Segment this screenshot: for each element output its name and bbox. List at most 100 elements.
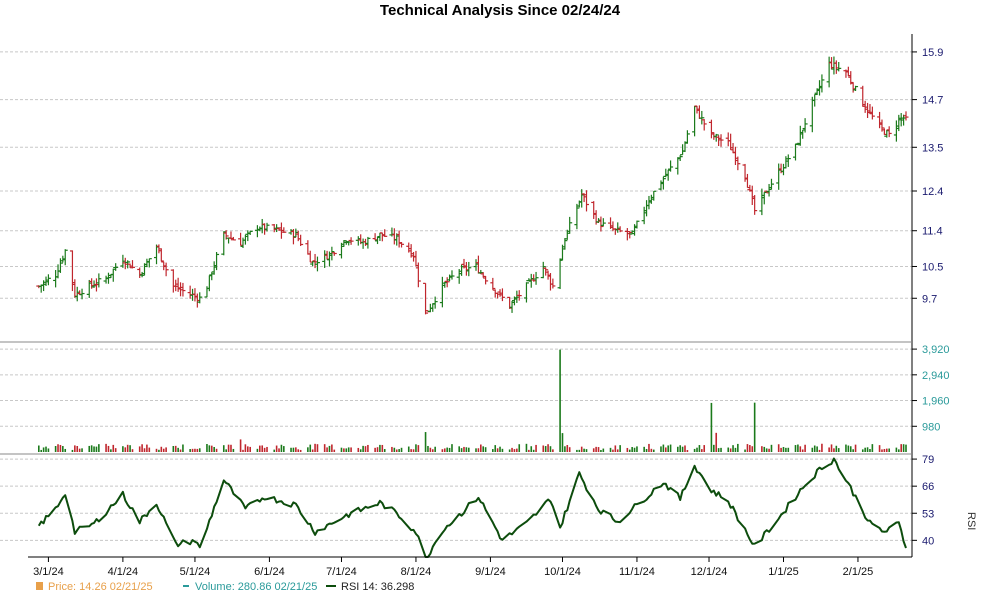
volume-bar (744, 449, 746, 452)
ohlc-bar (680, 144, 686, 156)
ohlc-bar (163, 262, 169, 277)
ohlc-bar (768, 178, 774, 190)
volume-bar (431, 449, 434, 452)
ohlc-bar (783, 156, 789, 169)
volume-bar (813, 445, 816, 452)
ohlc-bar (826, 56, 832, 88)
volume-bar (559, 349, 561, 452)
rsi-y-tick-label: 40 (922, 535, 934, 547)
ohlc-bar (759, 188, 765, 216)
volume-bar (660, 446, 662, 452)
volume-bar (676, 446, 679, 452)
legend-layer: Price: 14.26 02/21/25 Volume: 280.86 02/… (36, 581, 414, 593)
ohlc-bar (449, 270, 455, 280)
volume-bar (259, 445, 261, 452)
volume-bar (460, 448, 463, 452)
volume-bar (463, 446, 465, 452)
volume-bar (314, 443, 316, 452)
volume-bar (770, 444, 773, 452)
volume-bar (871, 444, 874, 452)
ohlc-bar (355, 236, 361, 246)
ohlc-bar (627, 230, 633, 239)
volume-bar (686, 450, 689, 452)
volume-bar (816, 446, 818, 452)
volume-bar (290, 447, 292, 452)
ohlc-bar (543, 267, 549, 276)
volume-bar (768, 448, 770, 452)
ohlc-bar (314, 256, 320, 272)
volume-bar (494, 445, 497, 452)
ohlc-bar (545, 270, 551, 280)
x-tick-label: 6/1/24 (254, 566, 285, 578)
volume-bar (881, 449, 883, 452)
volume-bar (331, 444, 333, 452)
volume-bar (434, 446, 436, 452)
ohlc-bar (379, 232, 385, 242)
ohlc-bar (766, 183, 772, 197)
price-y-tick-label: 13.5 (922, 142, 943, 154)
ohlc-bar (103, 275, 109, 284)
ohlc-bar (812, 93, 818, 107)
volume-bar (482, 446, 485, 452)
volume-bar (847, 445, 850, 452)
ohlc-bar (348, 237, 354, 245)
volume-bar (477, 448, 480, 452)
volume-bar (835, 445, 838, 452)
ohlc-bar (105, 272, 111, 284)
volume-bar (467, 447, 470, 452)
x-tick-label: 7/1/24 (326, 566, 357, 578)
ohlc-bar (869, 106, 875, 120)
ohlc-bar (240, 237, 246, 249)
volume-bar (713, 444, 715, 452)
volume-bar (499, 446, 501, 452)
ohlc-bar (324, 250, 330, 260)
ohlc-bar (893, 120, 899, 142)
volume-bar (443, 448, 446, 452)
volume-bar (441, 449, 444, 452)
ohlc-bar (596, 218, 602, 223)
volume-bar (511, 447, 513, 452)
volume-bar (595, 446, 597, 452)
volume-bar (107, 445, 110, 452)
volume-bar (643, 446, 645, 452)
ohlc-bar (646, 195, 652, 210)
x-tick-label: 10/1/24 (544, 566, 581, 578)
volume-bar (148, 447, 151, 452)
volume-bar (628, 449, 631, 452)
ohlc-bar (584, 190, 590, 212)
volume-bar (74, 445, 76, 452)
volume-bar (703, 445, 706, 452)
ohlc-bar (413, 250, 419, 267)
volume-bar (669, 444, 672, 452)
volume-bar (227, 444, 230, 452)
ohlc-bar (170, 269, 176, 293)
volume-bar (780, 447, 782, 452)
ohlc-bar (677, 155, 683, 161)
ohlc-bar (744, 173, 750, 189)
ohlc-bar (466, 261, 472, 277)
ohlc-bar (557, 258, 563, 290)
ohlc-bar (696, 105, 702, 119)
rsi-layer (37, 457, 907, 558)
volume-bar (424, 432, 427, 452)
ohlc-bar (795, 142, 801, 145)
volume-bar (566, 445, 569, 452)
volume-bar (650, 448, 653, 452)
volume-bar (797, 444, 799, 452)
volume-bar (782, 447, 785, 452)
ohlc-bar (780, 163, 786, 176)
ohlc-bar (211, 261, 217, 275)
ohlc-bar (245, 230, 251, 242)
volume-bar (273, 449, 276, 452)
ohlc-bar (896, 114, 902, 132)
ohlc-bar (456, 269, 462, 284)
volume-bar (631, 447, 633, 452)
volume-bar (359, 449, 362, 452)
ohlc-bar (206, 275, 212, 292)
ohlc-bar (761, 191, 767, 205)
ohlc-bar (490, 277, 496, 290)
volume-bar (837, 448, 840, 452)
ohlc-bar (701, 119, 707, 131)
ohlc-bar (110, 268, 116, 282)
ohlc-bar (120, 254, 126, 268)
